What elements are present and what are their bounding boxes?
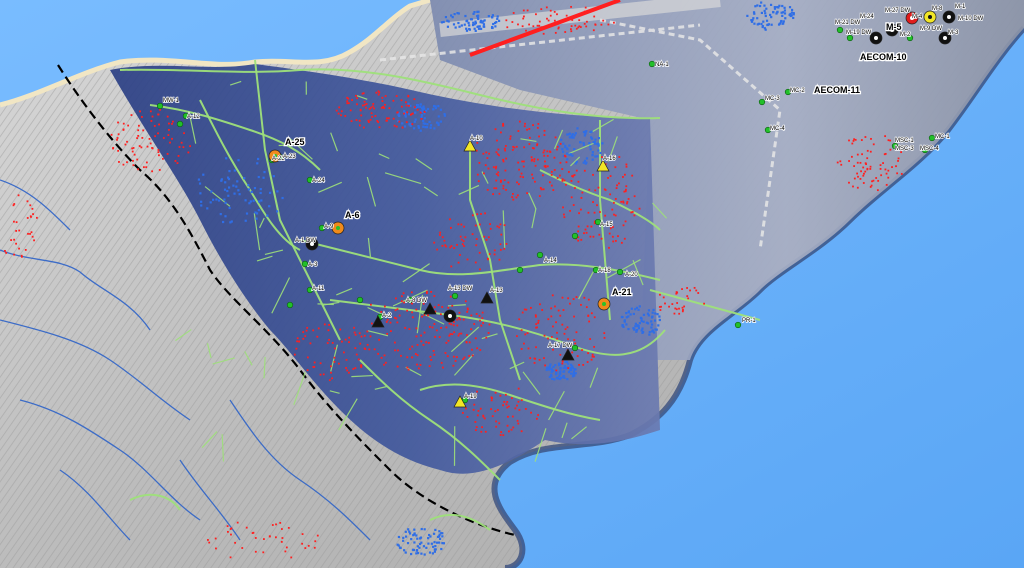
label-a-15: A-15 [600,222,613,228]
label-msc-3: MSC-3 [895,146,914,152]
label-a-18: A-18 [598,268,611,274]
label-a-25: A-25 [285,137,305,147]
map-canvas[interactable]: A-22 A-23 A-24 A-9 A-11 A-1 DW A-3 A-2 A… [0,0,1024,568]
label-a-13: A-13 [490,288,503,294]
label-m-8: M-8 [932,6,943,12]
label-a-23: A-23 [283,154,296,160]
label-a-19: A-19 [464,394,477,400]
label-m-2: M-2 [900,32,911,38]
label-m-24: M-24 [860,14,874,20]
label-pr-1: PR-1 [742,318,756,324]
label-m-4: M-4 [912,14,923,20]
label-m-1: M-1 [955,4,966,10]
label-a-11: A-11 [312,286,325,292]
label-aecom-10: AECOM-10 [860,52,907,62]
label-aecom-11: AECOM-11 [814,85,860,95]
label-a-9: A-9 [324,224,334,230]
label-a-3: A-3 [308,262,318,268]
label-m-5: M-5 [886,22,902,32]
label-a-14: A-14 [544,258,557,264]
label-a-8-dw: A-8 DW [406,298,427,304]
label-m-19-dw: M-19 DW [846,30,872,36]
label-mc-4: MC-4 [770,126,785,132]
label-mw-1: MW-1 [163,98,180,104]
label-a-21: A-21 [612,287,632,297]
label-m-3: M-3 [948,30,959,36]
label-mc-3: MC-3 [765,96,780,102]
label-a-12: A-12 [187,114,200,120]
label-mc-2: MC-2 [790,88,805,94]
label-a-16: A-16 [603,156,616,162]
label-a-13-dw: A-13 DW [448,286,473,292]
label-a-1-dw: A-1 DW [295,238,316,244]
label-a-2: A-2 [382,313,392,319]
map-svg: A-22 A-23 A-24 A-9 A-11 A-1 DW A-3 A-2 A… [0,0,1024,568]
label-m-21-dw: M-21 DW [835,20,861,26]
label-a-17-dw: A-17 DW [548,343,573,349]
label-mc-1: MC-1 [935,134,950,140]
label-a-20: A-20 [625,272,638,278]
label-m-27-dw: M-27 DW [885,8,911,14]
label-a-6: A-6 [345,210,360,220]
label-a-10: A-10 [470,136,483,142]
label-na-1: NA-1 [655,62,669,68]
label-msc-4: MSC-4 [920,146,939,152]
label-m-9-dw: M-9 DW [920,26,942,32]
label-msc-1: MSC-1 [895,138,914,144]
label-a-24: A-24 [312,178,325,184]
label-m-10-dw: M-10 DW [958,16,984,22]
